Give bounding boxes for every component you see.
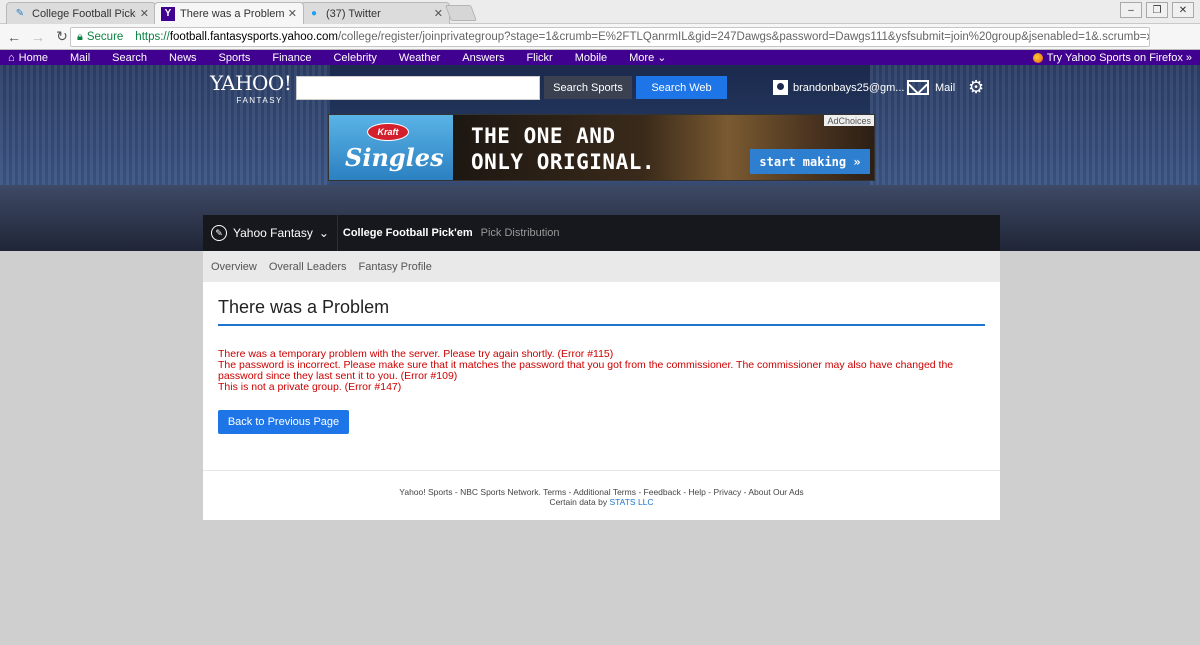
url-path: /college/register/joinprivategroup?stage… bbox=[337, 31, 1150, 43]
browser-tabstrip: ✎ College Football Pickem ✕ Y There was … bbox=[0, 0, 1200, 24]
footer: Yahoo! Sports - NBC Sports Network. Term… bbox=[203, 487, 1000, 507]
yahoo-fantasy-logo[interactable]: YAHOO! FANTASY bbox=[210, 73, 292, 110]
main-content: There was a Problem There was a temporar… bbox=[203, 282, 1000, 520]
sub-nav: Overview Overall Leaders Fantasy Profile bbox=[203, 251, 1000, 282]
subnav-fantasy-profile[interactable]: Fantasy Profile bbox=[359, 261, 432, 273]
reload-icon[interactable]: ↻ bbox=[52, 28, 72, 45]
ad-cta-button[interactable]: start making » bbox=[750, 149, 870, 174]
tab-title: College Football Pickem bbox=[32, 7, 136, 20]
fantasy-nav-bar: ✎ Yahoo Fantasy ⌄ College Football Pick'… bbox=[203, 215, 1000, 251]
search-web-button[interactable]: Search Web bbox=[636, 76, 727, 99]
mail-icon bbox=[907, 80, 929, 95]
search-sports-button[interactable]: Search Sports bbox=[544, 76, 632, 99]
tab-title: There was a Problem | Co bbox=[180, 7, 284, 20]
nav-more[interactable]: More ⌄ bbox=[629, 51, 666, 64]
close-icon[interactable]: ✕ bbox=[140, 7, 149, 20]
gear-icon[interactable]: ⚙ bbox=[968, 77, 984, 98]
search-input[interactable] bbox=[296, 76, 540, 100]
user-icon bbox=[773, 80, 788, 95]
nav-mail[interactable]: Mail bbox=[70, 52, 90, 64]
nav-weather[interactable]: Weather bbox=[399, 52, 440, 64]
title-divider bbox=[218, 324, 985, 326]
stats-llc-link[interactable]: STATS LLC bbox=[609, 497, 653, 507]
close-icon[interactable]: ✕ bbox=[434, 7, 443, 20]
ad-headline: THE ONE AND ONLY ORIGINAL. bbox=[471, 124, 656, 174]
adchoices-badge[interactable]: AdChoices bbox=[824, 115, 874, 126]
page-title: There was a Problem bbox=[218, 297, 390, 317]
game-title-link[interactable]: College Football Pick'em bbox=[343, 227, 473, 239]
nav-mobile[interactable]: Mobile bbox=[575, 52, 607, 64]
address-bar[interactable]: 🔒︎ Secure https://football.fantasysports… bbox=[70, 27, 1150, 47]
ad-brand-panel: Kraft Singles bbox=[329, 115, 453, 180]
back-icon[interactable]: ← bbox=[4, 29, 24, 45]
minimize-icon[interactable]: – bbox=[1120, 2, 1142, 18]
mail-link[interactable]: Mail bbox=[907, 80, 955, 95]
url-host: football.fantasysports.yahoo.com bbox=[169, 31, 338, 43]
browser-toolbar: ← → ↻ 🔒︎ Secure https://football.fantasy… bbox=[0, 24, 1200, 68]
error-messages: There was a temporary problem with the s… bbox=[218, 349, 983, 393]
window-controls: – ❐ ✕ bbox=[1120, 2, 1194, 18]
chevron-down-icon: ⌄ bbox=[657, 52, 667, 64]
home-icon: ⌂ bbox=[8, 51, 15, 64]
tab-college-football-pickem[interactable]: ✎ College Football Pickem ✕ bbox=[6, 2, 156, 24]
close-icon[interactable]: ✕ bbox=[288, 7, 297, 20]
subnav-overview[interactable]: Overview bbox=[211, 261, 257, 273]
new-tab-button[interactable] bbox=[445, 5, 477, 21]
user-account[interactable]: brandonbays25@gm... bbox=[773, 80, 904, 95]
url-scheme: https:// bbox=[135, 31, 170, 43]
nav-finance[interactable]: Finance bbox=[272, 52, 311, 64]
username: brandonbays25@gm... bbox=[793, 81, 905, 94]
twitter-favicon-icon: ● bbox=[310, 8, 318, 19]
close-window-icon[interactable]: ✕ bbox=[1172, 2, 1194, 18]
singles-wordmark: Singles bbox=[345, 143, 444, 172]
chevron-down-icon: ⌄ bbox=[318, 226, 329, 240]
nav-news[interactable]: News bbox=[169, 52, 197, 64]
footer-divider bbox=[203, 470, 1000, 471]
ad-image-panel: THE ONE AND ONLY ORIGINAL. start making … bbox=[453, 115, 874, 180]
yahoo-favicon-icon: Y bbox=[161, 6, 175, 21]
lock-icon: 🔒︎ bbox=[77, 30, 83, 43]
nav-search[interactable]: Search bbox=[112, 52, 147, 64]
tab-twitter[interactable]: ● (37) Twitter ✕ bbox=[300, 2, 450, 24]
secure-label: Secure bbox=[86, 31, 124, 43]
pick-distribution-link[interactable]: Pick Distribution bbox=[481, 227, 560, 239]
nav-sports[interactable]: Sports bbox=[219, 52, 251, 64]
nav-answers[interactable]: Answers bbox=[462, 52, 504, 64]
nav-celebrity[interactable]: Celebrity bbox=[333, 52, 376, 64]
nav-home[interactable]: ⌂ Home bbox=[8, 52, 48, 64]
advertisement-banner[interactable]: Kraft Singles THE ONE AND ONLY ORIGINAL.… bbox=[328, 114, 875, 181]
footer-credit: Certain data by STATS LLC bbox=[549, 497, 654, 507]
error-message: The password is incorrect. Please make s… bbox=[218, 359, 954, 382]
yahoo-fantasy-dropdown[interactable]: ✎ Yahoo Fantasy ⌄ bbox=[203, 215, 338, 251]
footer-links[interactable]: Yahoo! Sports - NBC Sports Network. Term… bbox=[203, 487, 1000, 497]
yahoo-top-nav: ⌂ Home Mail Search News Sports Finance Ce… bbox=[0, 50, 1200, 65]
nav-flickr[interactable]: Flickr bbox=[526, 52, 552, 64]
try-on-firefox-link[interactable]: Try Yahoo Sports on Firefox » bbox=[1032, 50, 1192, 65]
tab-title: (37) Twitter bbox=[326, 7, 381, 20]
tab-there-was-a-problem[interactable]: Y There was a Problem | Co ✕ bbox=[154, 2, 304, 24]
restore-icon[interactable]: ❐ bbox=[1146, 2, 1168, 18]
firefox-icon bbox=[1032, 52, 1043, 63]
back-to-previous-page-button[interactable]: Back to Previous Page bbox=[218, 410, 349, 434]
football-icon: ✎ bbox=[211, 225, 227, 241]
forward-icon[interactable]: → bbox=[28, 29, 48, 45]
error-message: This is not a private group. (Error #147… bbox=[218, 381, 402, 393]
kraft-logo: Kraft bbox=[367, 123, 409, 141]
pickem-favicon-icon: ✎ bbox=[15, 8, 25, 19]
subnav-overall-leaders[interactable]: Overall Leaders bbox=[269, 261, 347, 273]
